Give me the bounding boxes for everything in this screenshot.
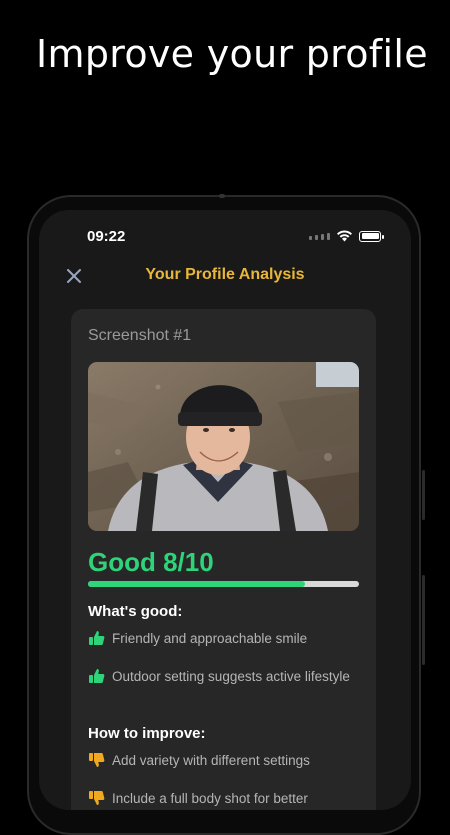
rating-progress-fill <box>88 581 305 587</box>
improve-item: Include a full body shot for better <box>88 789 363 808</box>
camera-indicator <box>309 232 330 240</box>
analysis-card: Screenshot #1 Good 8/10 What's good: Fri… <box>71 309 376 810</box>
wifi-icon <box>337 230 352 242</box>
whats-good-title: What's good: <box>88 603 183 620</box>
improve-item-text: Add variety with different settings <box>112 753 310 768</box>
status-icons <box>309 230 384 242</box>
profile-photo <box>88 362 359 531</box>
battery-icon <box>359 230 384 242</box>
thumbs-down-icon <box>89 791 105 805</box>
rating-progress-bar <box>88 581 359 587</box>
good-item-text: Outdoor setting suggests active lifestyl… <box>112 669 350 684</box>
thumbs-up-icon <box>89 631 105 645</box>
thumbs-down-icon <box>89 753 105 767</box>
phone-side-button <box>422 470 425 520</box>
phone-sensor <box>219 194 225 198</box>
thumbs-up-icon <box>89 669 105 683</box>
good-item-text: Friendly and approachable smile <box>112 631 308 646</box>
headline: Improve your profile <box>36 32 428 76</box>
screenshot-label: Screenshot #1 <box>88 327 192 344</box>
phone-screen: 09:22 Your Profile Analysis Screenshot #… <box>39 210 411 810</box>
good-item: Outdoor setting suggests active lifestyl… <box>88 667 363 686</box>
good-item: Friendly and approachable smile <box>88 629 363 648</box>
status-time: 09:22 <box>87 228 126 245</box>
how-to-improve-title: How to improve: <box>88 725 206 742</box>
improve-item-text: Include a full body shot for better <box>112 791 308 806</box>
phone-side-button <box>422 575 425 665</box>
page-title: Your Profile Analysis <box>145 266 305 283</box>
rating-label: Good 8/10 <box>88 547 214 577</box>
improve-item: Add variety with different settings <box>88 751 363 770</box>
